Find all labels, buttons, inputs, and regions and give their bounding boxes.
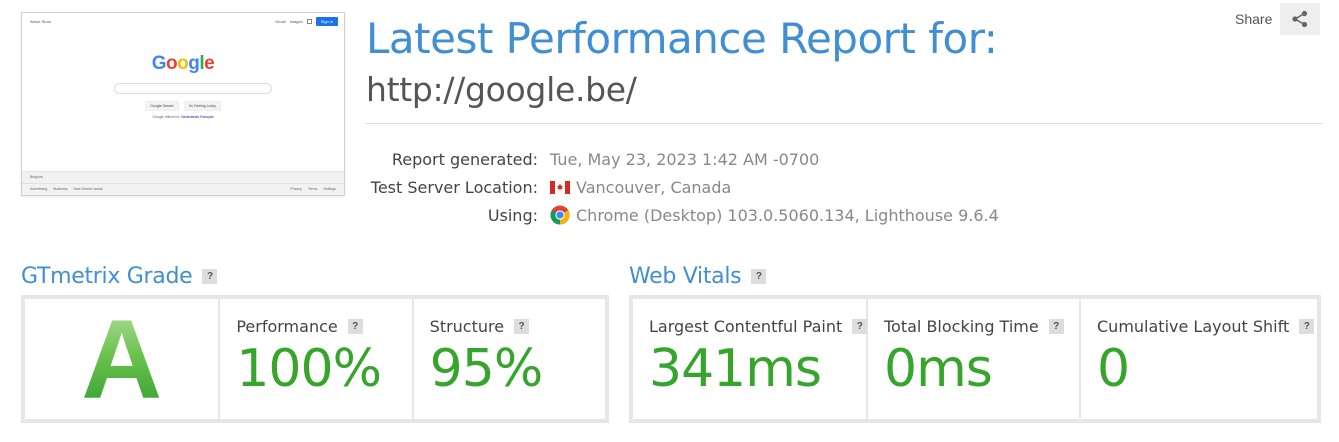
thumb-offered-in: Google offered in: Nederlands Français xyxy=(22,115,344,119)
thumb-footer-divider xyxy=(22,183,344,184)
logo-letter: o xyxy=(177,53,189,74)
thumb-footer: Belgium Advertising Business How Search … xyxy=(22,171,344,195)
help-icon[interactable]: ? xyxy=(514,319,530,334)
tbt-label-row: Total Blocking Time ? xyxy=(884,317,1064,336)
tbt-label: Total Blocking Time xyxy=(884,317,1039,336)
report-generated-value: Tue, May 23, 2023 1:42 AM -0700 xyxy=(550,149,820,169)
grade-letter: A xyxy=(81,297,163,422)
meta-report-generated: Report generated: Tue, May 23, 2023 1:42… xyxy=(366,145,1066,173)
share-control[interactable]: Share xyxy=(1235,3,1321,35)
thumb-offered-label: Google offered in: xyxy=(152,115,181,119)
thumb-footer-left: Advertising Business How Search works xyxy=(30,187,103,191)
meta-label: Using: xyxy=(487,205,538,225)
thumb-footer-right: Privacy Terms Settings xyxy=(290,187,336,191)
report-title: Latest Performance Report for: xyxy=(366,14,998,63)
performance-label: Performance xyxy=(236,317,338,336)
meta-value: Vancouver, Canada xyxy=(550,178,731,197)
thumb-search-box xyxy=(114,83,272,94)
tbt-cell: Total Blocking Time ? 0ms xyxy=(868,299,1079,419)
thumb-apps-icon xyxy=(306,19,312,24)
grade-cell: A xyxy=(25,297,219,422)
help-icon[interactable]: ? xyxy=(347,319,363,334)
thumb-images: Images xyxy=(289,19,303,24)
thumb-lucky-button: I'm Feeling Lucky xyxy=(183,101,221,111)
performance-label-row: Performance ? xyxy=(236,317,363,336)
thumb-top-links: About Store xyxy=(30,19,52,24)
thumb-footer-link: Terms xyxy=(307,187,318,191)
thumb-footer-link: How Search works xyxy=(73,187,103,191)
header-divider xyxy=(366,123,1322,124)
thumb-top-right: Gmail Images Sign in xyxy=(275,17,338,26)
chrome-icon xyxy=(550,205,570,225)
logo-letter: o xyxy=(166,53,178,74)
structure-cell: Structure ? 95% xyxy=(413,299,605,419)
performance-cell: Performance ? 100% xyxy=(220,299,412,419)
server-location-value: Vancouver, Canada xyxy=(576,177,732,197)
structure-value: 95% xyxy=(429,339,544,399)
lcp-value: 341ms xyxy=(649,339,822,399)
performance-value: 100% xyxy=(236,339,382,399)
share-icon xyxy=(1292,10,1308,28)
help-icon[interactable]: ? xyxy=(1048,319,1064,334)
meta-value: Chrome (Desktop) 103.0.5060.134, Lightho… xyxy=(550,205,999,225)
meta-value: Tue, May 23, 2023 1:42 AM -0700 xyxy=(550,150,819,169)
report-meta: Report generated: Tue, May 23, 2023 1:42… xyxy=(366,145,1066,229)
thumb-footer-link: Business xyxy=(53,187,68,191)
meta-label: Test Server Location: xyxy=(370,177,538,197)
lcp-cell: Largest Contentful Paint ? 341ms xyxy=(633,299,868,419)
thumb-footer-link: Settings xyxy=(323,187,336,191)
gtmetrix-grade-heading: GTmetrix Grade ? xyxy=(21,264,218,289)
thumb-country: Belgium xyxy=(30,175,43,179)
section-title: GTmetrix Grade xyxy=(21,264,193,289)
help-icon[interactable]: ? xyxy=(1299,319,1315,334)
meta-label: Report generated: xyxy=(391,149,538,169)
cls-label-row: Cumulative Layout Shift ? xyxy=(1097,317,1315,336)
web-vitals-heading: Web Vitals ? xyxy=(629,264,767,289)
thumb-gmail: Gmail xyxy=(275,19,286,24)
canada-flag-icon xyxy=(550,180,570,194)
thumb-footer-link: Privacy xyxy=(290,187,302,191)
thumb-signin: Sign in xyxy=(315,17,338,26)
gtmetrix-grade-panel: A Performance ? 100% Structure ? 95% xyxy=(21,295,609,423)
meta-using: Using: Chrome (Desktop) 103.0.5060.134, … xyxy=(366,201,1066,229)
help-icon[interactable]: ? xyxy=(751,269,767,284)
meta-server-location: Test Server Location: Vancouver, Canada xyxy=(366,173,1066,201)
thumb-google-search-button: Google Search xyxy=(145,101,179,111)
page-screenshot-thumbnail[interactable]: About Store Gmail Images Sign in Google … xyxy=(21,12,345,196)
thumb-buttons: Google Search I'm Feeling Lucky xyxy=(22,101,344,111)
cls-value: 0 xyxy=(1097,339,1130,399)
logo-letter: g xyxy=(188,53,200,74)
cls-cell: Cumulative Layout Shift ? 0 xyxy=(1081,299,1317,419)
structure-label: Structure xyxy=(429,317,505,336)
lcp-label-row: Largest Contentful Paint ? xyxy=(649,317,868,336)
structure-label-row: Structure ? xyxy=(429,317,530,336)
cls-label: Cumulative Layout Shift xyxy=(1097,317,1290,336)
using-value: Chrome (Desktop) 103.0.5060.134, Lightho… xyxy=(576,205,999,225)
section-title: Web Vitals xyxy=(629,264,742,289)
report-url[interactable]: http://google.be/ xyxy=(366,70,637,109)
lcp-label: Largest Contentful Paint xyxy=(649,317,843,336)
logo-letter: e xyxy=(204,53,215,74)
logo-letter: G xyxy=(151,53,167,74)
help-icon[interactable]: ? xyxy=(202,269,218,284)
thumb-google-logo: Google xyxy=(22,53,344,75)
share-button[interactable] xyxy=(1280,3,1321,35)
share-label[interactable]: Share xyxy=(1235,11,1272,27)
help-icon[interactable]: ? xyxy=(852,319,868,334)
web-vitals-panel: Largest Contentful Paint ? 341ms Total B… xyxy=(629,295,1321,423)
tbt-value: 0ms xyxy=(884,339,993,399)
thumb-footer-link: Advertising xyxy=(30,187,48,191)
thumb-offered-langs: Nederlands Français xyxy=(181,115,214,119)
